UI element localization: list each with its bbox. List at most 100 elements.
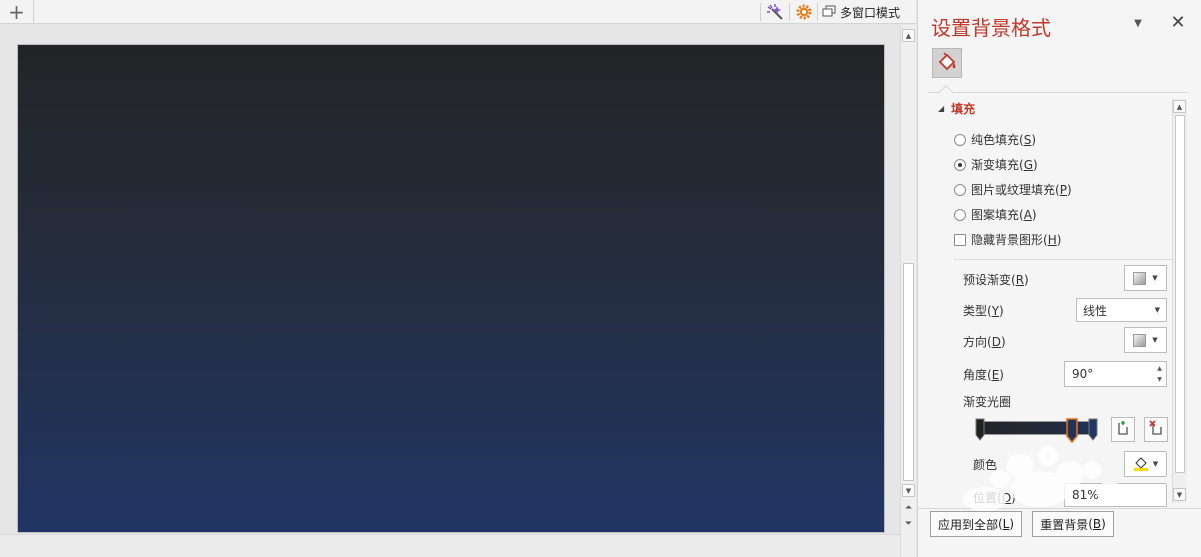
position-label: 位置(O): [973, 491, 1016, 505]
label-key: D: [991, 335, 1001, 349]
tab-indicator: [938, 84, 954, 100]
radio-button-selected[interactable]: [954, 158, 966, 171]
chevron-down-icon: ▼: [1152, 336, 1158, 344]
radio-pattern-fill[interactable]: 图案填充(A): [954, 206, 1037, 223]
type-dropdown[interactable]: 线性 ▼: [1076, 298, 1167, 322]
direction-label: 方向(D): [963, 335, 1006, 349]
button-key: L: [1002, 517, 1010, 531]
apply-to-all-button[interactable]: 应用到全部(L): [930, 511, 1022, 537]
option-label: 隐藏背景图形(H): [971, 233, 1062, 247]
pane-vertical-scrollbar[interactable]: ▲ ▼: [1172, 99, 1187, 503]
canvas-vertical-scrollbar[interactable]: ▲ ▼ ⏶ ⏷: [900, 25, 916, 557]
scroll-thumb[interactable]: [903, 263, 914, 481]
hide-background-graphics-checkbox[interactable]: 隐藏背景图形(H): [954, 231, 1061, 248]
canvas-horizontal-strip: [0, 534, 900, 557]
pane-footer-divider: [918, 508, 1201, 509]
option-key: S: [1023, 133, 1032, 147]
label-key: R: [1015, 273, 1025, 287]
option-label: 图片或纹理填充(P): [971, 183, 1072, 197]
pane-title: 设置背景格式: [931, 16, 1051, 40]
gear-icon[interactable]: [793, 2, 815, 22]
spinner-buttons[interactable]: ▲ ▼: [1155, 363, 1164, 385]
paint-bucket-icon: [936, 51, 958, 76]
pane-scroll-thumb[interactable]: [1175, 115, 1185, 473]
preset-gradient-dropdown[interactable]: ▼: [1124, 265, 1167, 291]
fill-color-icon: [1133, 455, 1149, 474]
radio-solid-fill[interactable]: 纯色填充(S): [954, 131, 1036, 148]
type-value: 线性: [1083, 303, 1108, 318]
scroll-down-arrow-icon[interactable]: ▼: [902, 484, 915, 497]
radio-button[interactable]: [954, 183, 966, 196]
next-slide-icon[interactable]: ⏷: [902, 517, 915, 530]
angle-value: 90°: [1072, 367, 1094, 381]
stop-color-dropdown[interactable]: ▼: [1124, 451, 1167, 477]
option-text: 图片或纹理填充: [971, 183, 1056, 197]
button-text: 重置背景: [1040, 517, 1089, 532]
angle-spinner[interactable]: 90° ▲ ▼: [1064, 361, 1167, 387]
add-stop-icon: [1115, 420, 1131, 439]
type-label: 类型(Y): [963, 304, 1004, 318]
multi-window-mode-button[interactable]: 多窗口模式: [822, 0, 900, 24]
label-text: 类型: [963, 304, 988, 318]
collapse-triangle-icon: ◢: [938, 104, 945, 113]
option-label: 纯色填充(S): [971, 133, 1037, 147]
option-key: H: [1047, 233, 1057, 247]
label-key: Y: [991, 304, 1000, 318]
direction-swatch: [1133, 333, 1147, 347]
gradient-stop[interactable]: [1088, 418, 1098, 442]
chevron-down-icon: ▼: [1154, 306, 1160, 314]
button-text: 应用到全部: [937, 517, 998, 532]
slide-preview[interactable]: [17, 44, 885, 533]
scroll-up-arrow-icon[interactable]: ▲: [902, 29, 915, 42]
preset-gradient-label: 预设渐变(R): [963, 273, 1029, 287]
label-text: 方向: [963, 335, 988, 349]
option-text: 渐变填充: [971, 158, 1020, 172]
section-label: 填充: [951, 102, 976, 116]
reset-background-button[interactable]: 重置背景(B): [1032, 511, 1114, 537]
remove-stop-icon: [1148, 420, 1164, 439]
label-key: E: [991, 368, 1000, 382]
chevron-down-icon: ▼: [1152, 274, 1158, 282]
chevron-down-icon: ▼: [1152, 460, 1159, 468]
color-label: 颜色: [973, 458, 998, 472]
spin-down-icon[interactable]: ▼: [1155, 376, 1164, 384]
remove-gradient-stop-button[interactable]: [1144, 417, 1168, 442]
direction-dropdown[interactable]: ▼: [1124, 327, 1167, 353]
toolbar-divider: [760, 3, 761, 21]
checkbox[interactable]: [954, 233, 966, 246]
option-label: 图案填充(A): [971, 208, 1037, 222]
scroll-down-arrow-icon[interactable]: ▼: [1173, 488, 1186, 501]
radio-button[interactable]: [954, 208, 966, 221]
position-spinner[interactable]: 81%: [1064, 483, 1167, 507]
previous-slide-icon[interactable]: ⏶: [902, 501, 915, 514]
scroll-up-arrow-icon[interactable]: ▲: [1173, 100, 1186, 113]
add-gradient-stop-button[interactable]: [1111, 417, 1135, 442]
radio-picture-fill[interactable]: 图片或纹理填充(P): [954, 181, 1072, 198]
pane-options-chevron-icon[interactable]: ▼: [1131, 16, 1145, 30]
position-value: 81%: [1072, 488, 1099, 502]
gradient-swatch: [1133, 271, 1147, 285]
option-key: A: [1023, 208, 1032, 222]
gradient-stop[interactable]: [975, 418, 985, 442]
radio-gradient-fill[interactable]: 渐变填充(G): [954, 156, 1038, 173]
fill-tab[interactable]: [932, 48, 962, 78]
fill-section-header[interactable]: ◢ 填充: [938, 100, 975, 117]
toolbar-divider: [817, 3, 818, 21]
close-icon[interactable]: ✕: [1170, 12, 1186, 33]
option-text: 纯色填充: [971, 133, 1020, 147]
angle-label: 角度(E): [963, 368, 1004, 382]
toolbar-divider: [789, 3, 790, 21]
sub-section-divider: [954, 259, 1172, 260]
multi-window-label: 多窗口模式: [840, 5, 901, 20]
tab-strip: + 多窗口模式: [0, 0, 916, 24]
option-text: 隐藏背景图形: [971, 233, 1044, 247]
radio-button[interactable]: [954, 133, 966, 146]
label-key: O: [1001, 491, 1012, 505]
option-key: G: [1023, 158, 1034, 172]
gradient-stop-selected[interactable]: [1066, 418, 1078, 444]
spin-up-icon[interactable]: ▲: [1155, 365, 1164, 373]
gradient-stops-label: 渐变光圈: [963, 395, 1012, 409]
magic-wand-icon[interactable]: [764, 2, 786, 22]
option-key: P: [1059, 183, 1067, 197]
new-tab-button[interactable]: +: [0, 0, 34, 24]
